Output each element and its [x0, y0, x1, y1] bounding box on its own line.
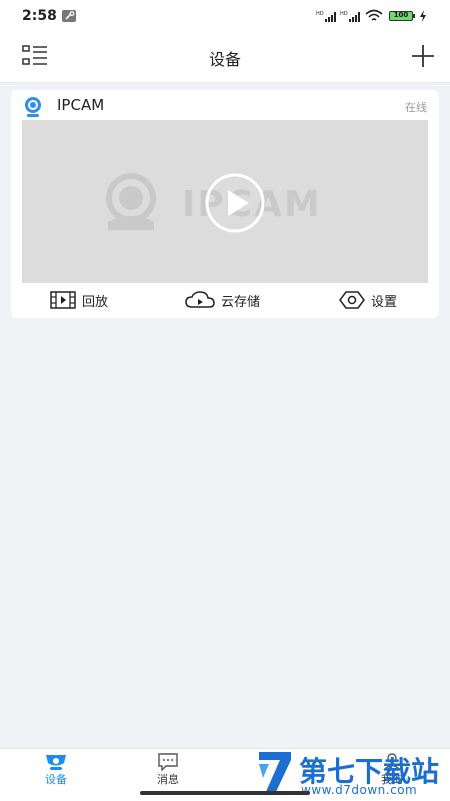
- message-icon: [158, 753, 178, 771]
- signal-icon: HD: [316, 11, 336, 22]
- wifi-icon: [365, 9, 383, 21]
- wrench-icon: [62, 10, 76, 22]
- status-time: 2:58: [22, 8, 57, 24]
- camera-icon: [46, 755, 66, 770]
- d7-logo-icon: [259, 752, 291, 794]
- tab-messages-label: 消息: [157, 773, 179, 786]
- status-bar: 2:58 HD HD 100: [0, 0, 450, 32]
- tab-devices-label: 设备: [45, 773, 67, 786]
- device-status: 在线: [405, 101, 427, 114]
- cloud-storage-button[interactable]: 云存储: [185, 285, 260, 315]
- charging-icon: [420, 10, 426, 22]
- device-card[interactable]: IPCAM 在线 IPCAM 回放 云存储 设置: [11, 90, 439, 318]
- signal-icon: HD: [340, 11, 360, 22]
- cloud-storage-label: 云存储: [221, 294, 261, 310]
- battery-tip: [413, 14, 415, 18]
- video-preview[interactable]: IPCAM: [22, 120, 428, 283]
- cloud-play-icon: [185, 291, 215, 308]
- settings-button[interactable]: 设置: [339, 285, 397, 315]
- battery-icon: 100: [389, 11, 413, 21]
- device-action-row: 回放 云存储 设置: [11, 285, 439, 315]
- settings-hexagon-icon: [339, 291, 365, 309]
- camera-device-icon: [25, 97, 41, 117]
- ipcam-logo-icon: [106, 173, 156, 230]
- playback-button[interactable]: 回放: [50, 285, 108, 315]
- settings-label: 设置: [371, 294, 398, 310]
- app-header: 设备: [0, 32, 450, 83]
- playback-label: 回放: [82, 294, 109, 310]
- tab-devices[interactable]: 设备: [0, 749, 112, 801]
- device-name: IPCAM: [57, 96, 105, 114]
- add-device-icon[interactable]: [411, 44, 435, 68]
- playback-film-icon: [50, 291, 76, 309]
- svg-text:HD: HD: [316, 11, 324, 17]
- home-indicator: [140, 791, 310, 795]
- page-title: 设备: [208, 50, 241, 69]
- site-watermark-url: www.d7down.com: [301, 783, 418, 797]
- svg-text:HD: HD: [340, 11, 348, 17]
- play-icon[interactable]: [204, 172, 266, 234]
